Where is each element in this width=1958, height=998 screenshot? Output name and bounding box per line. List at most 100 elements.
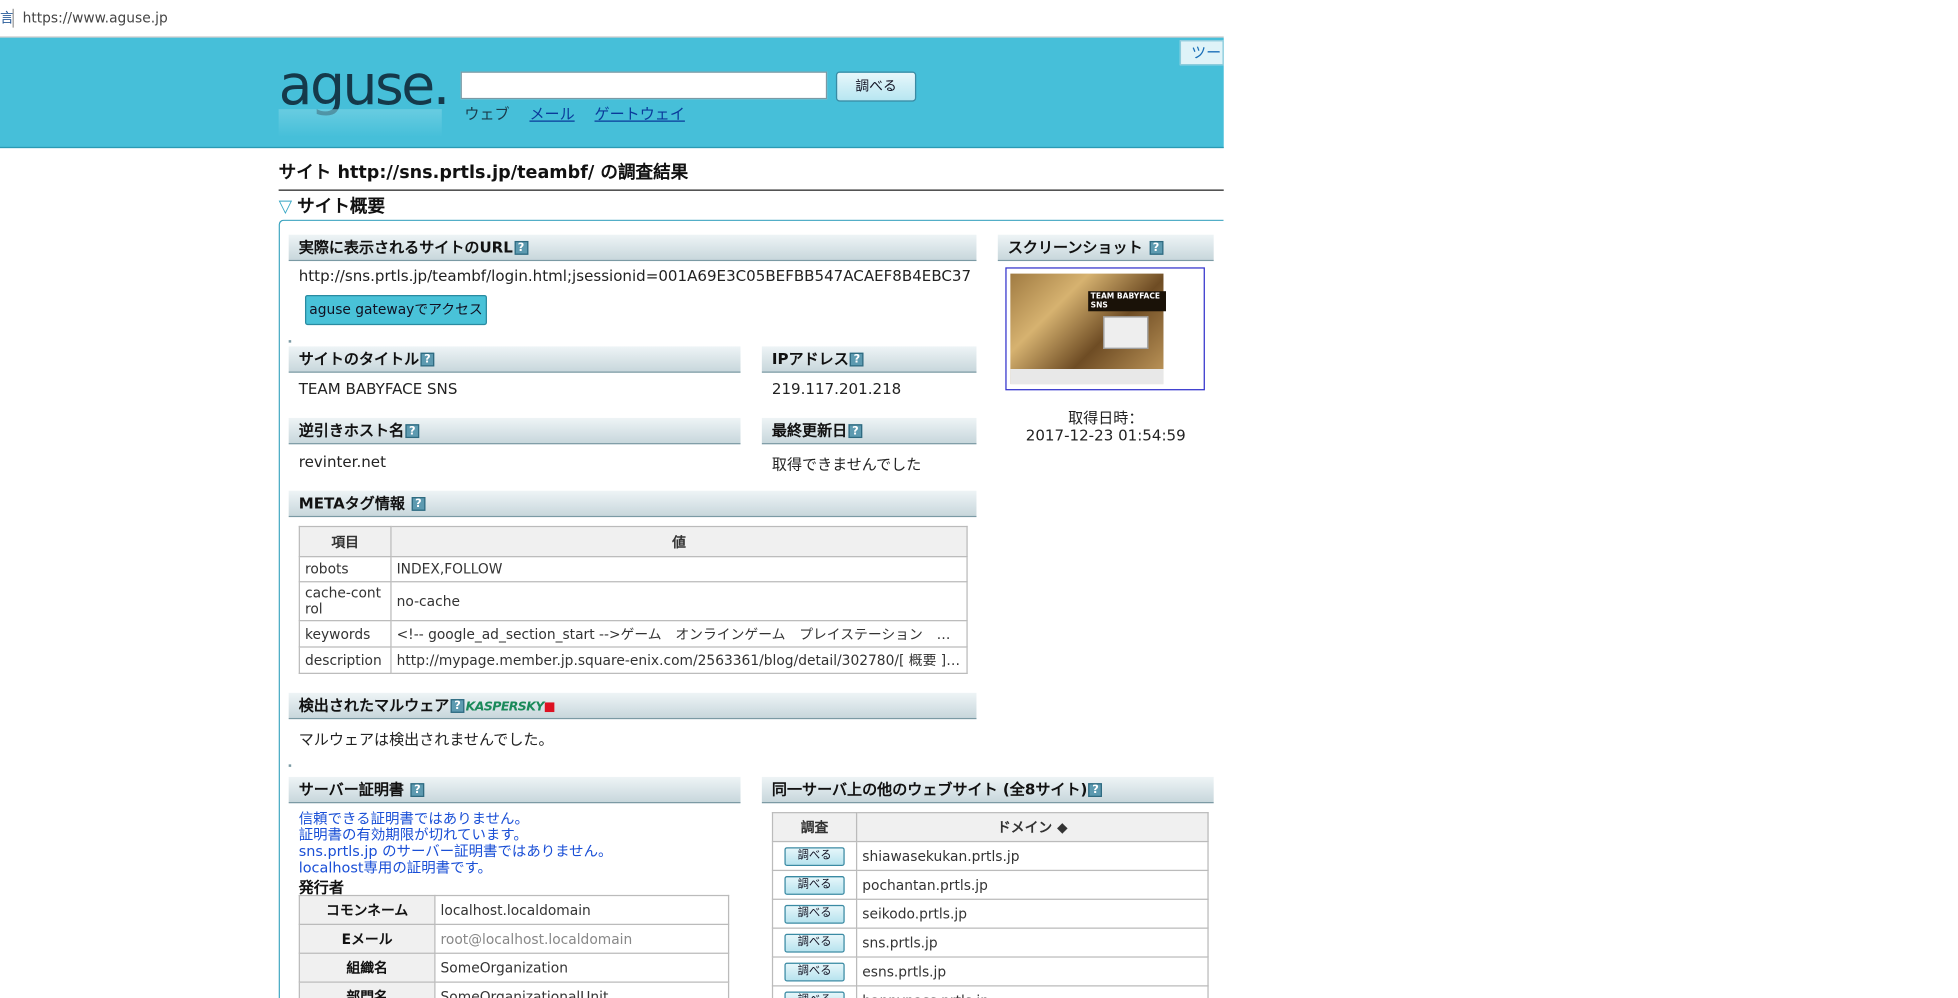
- help-icon[interactable]: ?: [450, 699, 465, 713]
- table-row: コモンネーム localhost.localdomain: [298, 894, 730, 926]
- screenshot-label: スクリーンショット: [1007, 238, 1143, 257]
- cert-key: 部門名: [298, 981, 436, 998]
- table-row: 調べる esns.prtls.jp: [771, 956, 1209, 987]
- search-button[interactable]: 調べる: [835, 71, 917, 102]
- meta-key: robots: [298, 556, 392, 583]
- mode-web[interactable]: ウェブ: [464, 105, 509, 123]
- mode-gateway[interactable]: ゲートウェイ: [595, 105, 685, 123]
- title-bar: サイトのタイトル?: [288, 346, 741, 373]
- thumbnail-footer: [1010, 368, 1164, 385]
- cert-warning: localhost専用の証明書です。: [298, 858, 492, 877]
- table-row: description http://mypage.member.jp.squa…: [298, 646, 968, 674]
- table-row: 調べる sns.prtls.jp: [771, 927, 1209, 958]
- meta-value: no-cache: [390, 581, 968, 622]
- malware-bar: 検出されたマルウェア? KASPERSKY■: [288, 692, 977, 720]
- help-icon[interactable]: ?: [850, 352, 864, 367]
- help-icon[interactable]: ?: [405, 424, 420, 439]
- screenshot-caption: 取得日時： 2017-12-23 01:54:59: [998, 409, 1214, 444]
- search-input[interactable]: [460, 71, 828, 100]
- cert-label: サーバー証明書: [298, 780, 405, 799]
- mode-links: ウェブ メール ゲートウェイ: [464, 103, 700, 124]
- cert-warning: 証明書の有効期限が切れています。: [298, 825, 528, 844]
- domains-header-domain[interactable]: ドメイン ◆: [855, 812, 1209, 843]
- updated-label: 最終更新日: [771, 421, 848, 440]
- table-row: 調べる shiawasekukan.prtls.jp: [771, 840, 1209, 872]
- sites-label: 同一サーバ上の他のウェブサイト (全8サイト): [771, 780, 1088, 799]
- domain-name: sns.prtls.jp: [855, 927, 1209, 958]
- meta-header-key: 項目: [298, 525, 392, 558]
- meta-label: METAタグ情報: [298, 494, 406, 513]
- malware-label: 検出されたマルウェア: [298, 696, 450, 715]
- cert-value: SomeOrganization: [434, 952, 730, 983]
- updated-bar: 最終更新日?: [761, 417, 977, 445]
- cert-warnings: 信頼できる証明書ではありません。 証明書の有効期限が切れています。 sns.pr…: [298, 809, 613, 877]
- domain-name: pochantan.prtls.jp: [855, 869, 1209, 900]
- last-updated: 取得できませんでした: [771, 455, 922, 474]
- thumbnail-banner: TEAM BABYFACE SNS: [1088, 291, 1166, 312]
- cert-value: root@localhost.localdomain: [434, 923, 730, 954]
- table-row: 組織名 SomeOrganization: [298, 952, 730, 983]
- help-icon[interactable]: ?: [514, 240, 528, 255]
- site-title: TEAM BABYFACE SNS: [298, 380, 458, 398]
- help-icon[interactable]: ?: [420, 352, 435, 367]
- thumbnail-image: TEAM BABYFACE SNS: [1010, 273, 1166, 385]
- table-row: 調べる seikodo.prtls.jp: [771, 898, 1209, 929]
- check-button[interactable]: 調べる: [784, 876, 845, 895]
- mode-mail[interactable]: メール: [529, 105, 574, 123]
- aguse-logo[interactable]: aguse.: [278, 44, 450, 142]
- domain-name: seikodo.prtls.jp: [855, 898, 1209, 929]
- help-icon[interactable]: ?: [848, 424, 863, 439]
- title-label: サイトのタイトル: [298, 350, 420, 368]
- site-header: aguse. 調べる ウェブ メール ゲートウェイ ツー: [0, 37, 1224, 149]
- help-icon[interactable]: ?: [410, 783, 425, 797]
- cert-warning: 信頼できる証明書ではありません。: [298, 809, 529, 828]
- table-row: 調べる happypass.prtls.jp: [771, 985, 1209, 998]
- table-row: cache-control no-cache: [298, 581, 968, 622]
- check-button[interactable]: 調べる: [784, 847, 845, 867]
- meta-key: cache-control: [298, 581, 392, 622]
- meta-header-value: 値: [390, 525, 968, 558]
- domain-name: esns.prtls.jp: [855, 956, 1209, 987]
- logo-reflection: [278, 109, 442, 137]
- meta-key: description: [298, 646, 392, 674]
- capture-label: 取得日時：: [1068, 409, 1144, 427]
- url-bar: 実際に表示されるサイトのURL?: [288, 234, 977, 262]
- table-row: robots INDEX,FOLLOW: [298, 556, 968, 583]
- sites-bar: 同一サーバ上の他のウェブサイト (全8サイト)?: [761, 776, 1214, 804]
- tick-mark: [288, 764, 292, 767]
- tools-tab[interactable]: ツー: [1179, 40, 1224, 66]
- rdns-label: 逆引きホスト名: [298, 421, 405, 440]
- domains-table: 調査 ドメイン ◆ 調べる shiawasekukan.prtls.jp 調べる p…: [771, 812, 1209, 998]
- check-button[interactable]: 調べる: [784, 933, 845, 953]
- screenshot-root: 言 https://www.aguse.jp aguse. 調べる ウェブ メー…: [0, 0, 1958, 998]
- ip-bar: IPアドレス?: [761, 346, 977, 373]
- help-icon[interactable]: ?: [1149, 240, 1163, 255]
- rdns-host: revinter.net: [298, 453, 386, 471]
- url-label: 実際に表示されるサイトのURL: [298, 238, 513, 257]
- meta-bar: METAタグ情報 ?: [288, 490, 977, 518]
- gateway-button[interactable]: aguse gatewayでアクセス: [304, 294, 487, 326]
- table-row: 調べる pochantan.prtls.jp: [771, 869, 1209, 900]
- help-icon[interactable]: ?: [1088, 783, 1103, 797]
- ip-label: IPアドレス: [771, 350, 849, 368]
- screenshot-thumbnail[interactable]: TEAM BABYFACE SNS: [1005, 267, 1205, 391]
- section-heading[interactable]: ▽ サイト概要: [279, 193, 385, 218]
- meta-key: keywords: [298, 620, 392, 648]
- cert-table: コモンネーム localhost.localdomain Eメール root@loc…: [298, 894, 730, 998]
- divider: [12, 8, 14, 28]
- check-button[interactable]: 調べる: [784, 962, 845, 982]
- check-button[interactable]: 調べる: [784, 904, 845, 924]
- address-bar[interactable]: 言 https://www.aguse.jp: [0, 0, 1224, 38]
- url-text[interactable]: https://www.aguse.jp: [23, 10, 168, 26]
- collapse-triangle-icon[interactable]: ▽: [279, 197, 293, 217]
- check-button[interactable]: 調べる: [784, 991, 845, 998]
- domain-name: happypass.prtls.jp: [855, 985, 1209, 998]
- domains-header-check: 調査: [771, 812, 858, 843]
- meta-table: 項目 値 robots INDEX,FOLLOW cache-control n…: [298, 525, 968, 674]
- help-icon[interactable]: ?: [411, 497, 426, 511]
- meta-value: <!-- google_ad_section_start -->ゲーム オンライ…: [390, 620, 968, 648]
- table-row: keywords <!-- google_ad_section_start --…: [298, 620, 968, 648]
- rdns-bar: 逆引きホスト名?: [288, 417, 741, 445]
- kaspersky-logo[interactable]: KASPERSKY■: [466, 694, 556, 720]
- table-row: 部門名 SomeOrganizationalUnit: [298, 981, 730, 998]
